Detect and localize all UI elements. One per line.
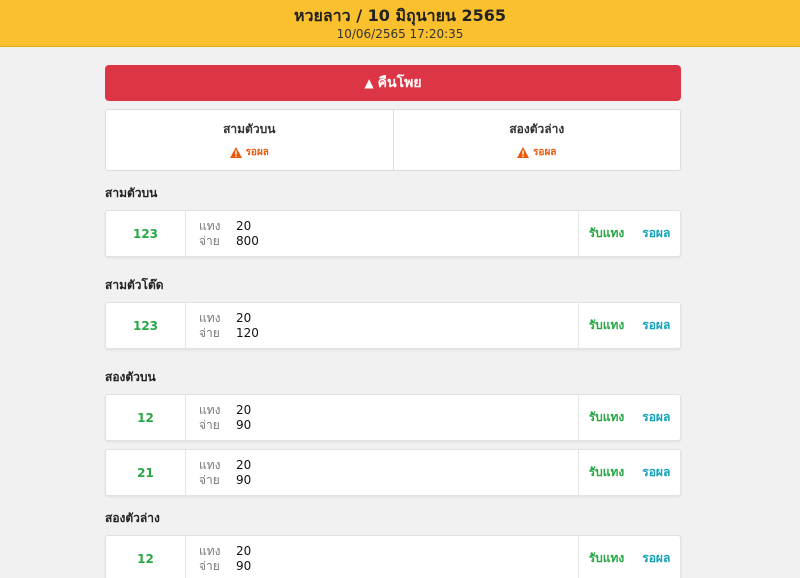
status-state-text: รอผล bbox=[245, 147, 269, 158]
bet-number: 12 bbox=[106, 395, 186, 440]
bet-number: 12 bbox=[106, 536, 186, 578]
status-summary: สามตัวบน รอผล สองตัวล่าง รอผล bbox=[105, 109, 681, 171]
wait-result-link[interactable]: รอผล bbox=[642, 463, 670, 482]
status-state: รอผล bbox=[394, 145, 681, 160]
bet-label: แทง bbox=[199, 457, 221, 472]
bet-amount: 20 bbox=[236, 543, 252, 558]
datetime: 10/06/2565 17:20:35 bbox=[336, 27, 464, 41]
bet-row: 21 แทง 20 จ่าย 90 รับแทง รอผล bbox=[105, 449, 681, 496]
group-title: สามตัวบน bbox=[105, 186, 158, 200]
bet-row: 12 แทง 20 จ่าย 90 รับแทง รอผล bbox=[105, 535, 681, 578]
status-three-top: สามตัวบน รอผล bbox=[106, 110, 393, 170]
receive-bet-link[interactable]: รับแทง bbox=[589, 549, 625, 568]
bet-row: 12 แทง 20 จ่าย 90 รับแทง รอผล bbox=[105, 394, 681, 441]
pay-label: จ่าย bbox=[199, 472, 220, 487]
group-title: สามตัวโต๊ด bbox=[105, 278, 164, 292]
bet-row: 123 แทง 20 จ่าย 120 รับแทง รอผล bbox=[105, 302, 681, 349]
pay-amount: 90 bbox=[236, 472, 252, 487]
pay-amount: 800 bbox=[236, 233, 259, 248]
group-title: สองตัวล่าง bbox=[105, 511, 160, 525]
receive-bet-link[interactable]: รับแทง bbox=[589, 408, 625, 427]
header-bar: หวยลาว / 10 มิถุนายน 2565 10/06/2565 17:… bbox=[0, 0, 800, 47]
wait-result-link[interactable]: รอผล bbox=[642, 224, 670, 243]
status-label: สามตัวบน bbox=[223, 122, 276, 136]
status-state-text: รอผล bbox=[533, 147, 557, 158]
status-label: สองตัวล่าง bbox=[509, 122, 565, 136]
wait-result-link[interactable]: รอผล bbox=[642, 549, 670, 568]
bet-info: แทง 20 จ่าย 90 bbox=[186, 544, 578, 574]
wait-result-link[interactable]: รอผล bbox=[642, 316, 670, 335]
row-actions: รับแทง รอผล bbox=[578, 536, 680, 578]
receive-bet-link[interactable]: รับแทง bbox=[589, 316, 625, 335]
bet-number: 123 bbox=[106, 211, 186, 256]
bet-label: แทง bbox=[199, 218, 221, 233]
warning-icon: ▲ bbox=[364, 76, 374, 90]
bet-number: 21 bbox=[106, 450, 186, 495]
row-actions: รับแทง รอผล bbox=[578, 450, 680, 495]
pay-label: จ่าย bbox=[199, 558, 220, 573]
bet-amount: 20 bbox=[236, 402, 252, 417]
bet-info: แทง 20 จ่าย 90 bbox=[186, 458, 578, 488]
pay-label: จ่าย bbox=[199, 233, 220, 248]
warning-icon bbox=[229, 147, 242, 158]
refund-button[interactable]: ▲ คืนโพย bbox=[105, 65, 681, 101]
wait-result-link[interactable]: รอผล bbox=[642, 408, 670, 427]
receive-bet-link[interactable]: รับแทง bbox=[589, 463, 625, 482]
bet-label: แทง bbox=[199, 402, 221, 417]
bet-amount: 20 bbox=[236, 310, 252, 325]
page-title: หวยลาว / 10 มิถุนายน 2565 bbox=[293, 6, 507, 25]
warning-icon bbox=[517, 147, 530, 158]
main-content: ▲ คืนโพย สามตัวบน รอผล สองตัวล่าง รอผล ส… bbox=[105, 65, 681, 578]
bet-info: แทง 20 จ่าย 800 bbox=[186, 219, 578, 249]
pay-amount: 90 bbox=[236, 558, 252, 573]
refund-button-label: คืนโพย bbox=[377, 75, 422, 91]
row-actions: รับแทง รอผล bbox=[578, 303, 680, 348]
bet-amount: 20 bbox=[236, 457, 252, 472]
bet-number: 123 bbox=[106, 303, 186, 348]
bet-info: แทง 20 จ่าย 120 bbox=[186, 311, 578, 341]
bet-label: แทง bbox=[199, 543, 221, 558]
pay-label: จ่าย bbox=[199, 325, 220, 340]
bet-label: แทง bbox=[199, 310, 221, 325]
bet-row: 123 แทง 20 จ่าย 800 รับแทง รอผล bbox=[105, 210, 681, 257]
row-actions: รับแทง รอผล bbox=[578, 211, 680, 256]
receive-bet-link[interactable]: รับแทง bbox=[589, 224, 625, 243]
status-state: รอผล bbox=[106, 145, 393, 160]
bet-amount: 20 bbox=[236, 218, 252, 233]
bet-info: แทง 20 จ่าย 90 bbox=[186, 403, 578, 433]
row-actions: รับแทง รอผล bbox=[578, 395, 680, 440]
status-two-bottom: สองตัวล่าง รอผล bbox=[392, 110, 681, 170]
pay-label: จ่าย bbox=[199, 417, 220, 432]
pay-amount: 90 bbox=[236, 417, 252, 432]
group-title: สองตัวบน bbox=[105, 370, 156, 384]
pay-amount: 120 bbox=[236, 325, 259, 340]
